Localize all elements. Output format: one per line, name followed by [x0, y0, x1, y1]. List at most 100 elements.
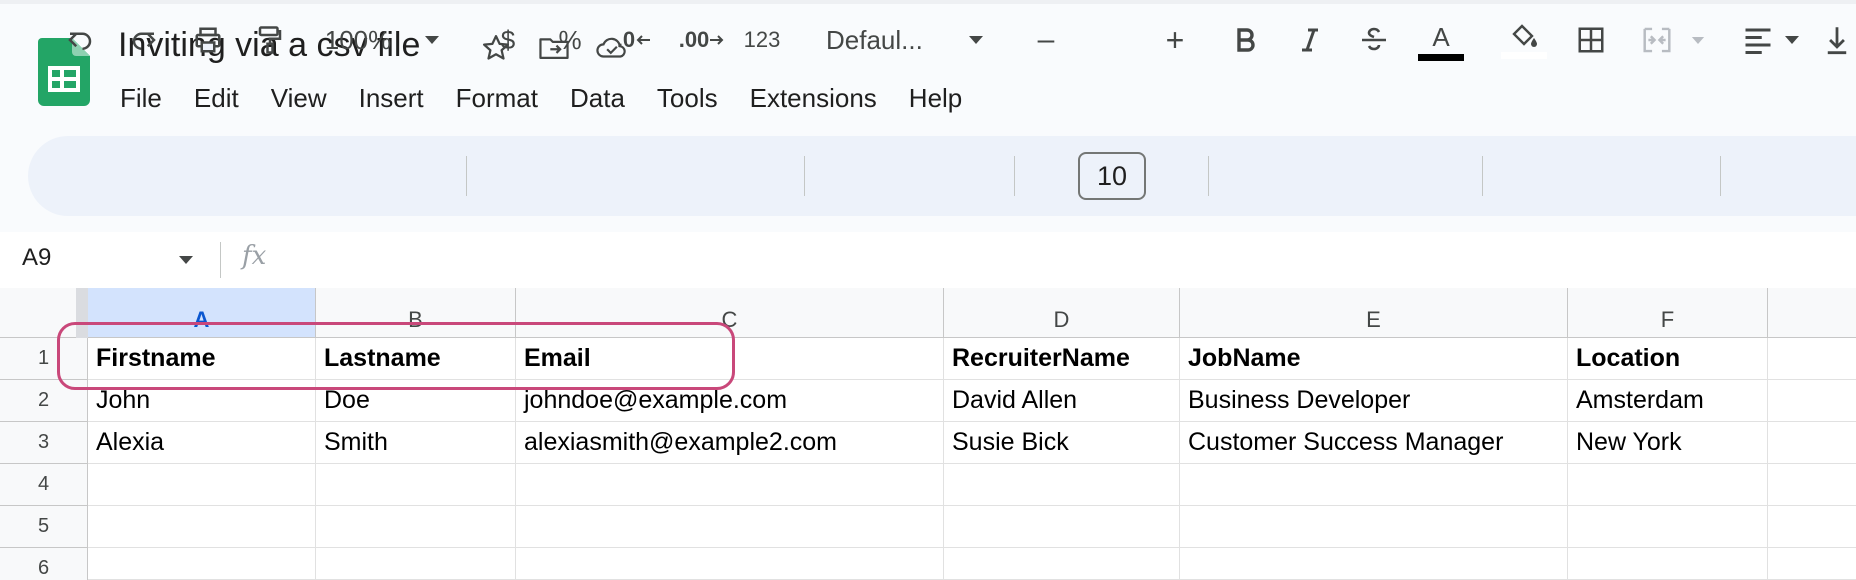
column-header-d[interactable]: D: [944, 288, 1180, 338]
cell-e6[interactable]: [1180, 548, 1568, 580]
menu-tools[interactable]: Tools: [641, 78, 734, 118]
column-header-g[interactable]: [1768, 288, 1856, 338]
toolbar-divider: [1720, 156, 1721, 196]
cell-a5[interactable]: [88, 506, 316, 548]
column-header-a[interactable]: A: [88, 288, 316, 338]
fill-color-icon[interactable]: [1500, 0, 1548, 80]
align-dropdown-icon[interactable]: [1780, 0, 1804, 80]
menu-file[interactable]: File: [104, 78, 178, 118]
cell-e2[interactable]: Business Developer: [1180, 380, 1568, 422]
toolbar-divider: [1014, 156, 1015, 196]
cell-f6[interactable]: [1568, 548, 1768, 580]
cell-d1[interactable]: RecruiterName: [944, 338, 1180, 380]
cell-c1[interactable]: Email: [516, 338, 944, 380]
row-header-1[interactable]: 1: [0, 338, 88, 380]
cell-g5[interactable]: [1768, 506, 1856, 548]
menu-bar: File Edit View Insert Format Data Tools …: [104, 78, 978, 118]
cell-d6[interactable]: [944, 548, 1180, 580]
cell-d2[interactable]: David Allen: [944, 380, 1180, 422]
strikethrough-icon[interactable]: [1352, 0, 1396, 80]
name-box[interactable]: A9: [22, 244, 51, 272]
zoom-select[interactable]: 100%: [316, 0, 400, 80]
increase-decimal-button[interactable]: .00: [672, 0, 732, 80]
column-header-f[interactable]: F: [1568, 288, 1768, 338]
font-family-select[interactable]: Defaul...: [826, 0, 942, 80]
decrease-font-size-button[interactable]: –: [1026, 0, 1066, 80]
select-all-corner[interactable]: [0, 288, 88, 338]
cell-g3[interactable]: [1768, 422, 1856, 464]
bold-icon[interactable]: [1224, 0, 1268, 80]
menu-extensions[interactable]: Extensions: [734, 78, 893, 118]
cell-a3[interactable]: Alexia: [88, 422, 316, 464]
cell-d4[interactable]: [944, 464, 1180, 506]
cell-a4[interactable]: [88, 464, 316, 506]
fx-icon: fx: [242, 241, 267, 271]
percent-format-button[interactable]: %: [548, 0, 592, 80]
cell-b4[interactable]: [316, 464, 516, 506]
toolbar-divider: [466, 156, 467, 196]
cell-a2[interactable]: John: [88, 380, 316, 422]
cell-f2[interactable]: Amsterdam: [1568, 380, 1768, 422]
row-header-3[interactable]: 3: [0, 422, 88, 464]
text-color-icon[interactable]: A: [1416, 0, 1466, 80]
horizontal-align-icon[interactable]: [1736, 0, 1780, 80]
vertical-align-icon[interactable]: [1818, 0, 1856, 80]
freeze-handle[interactable]: [76, 288, 88, 338]
menu-insert[interactable]: Insert: [343, 78, 440, 118]
column-header-c[interactable]: C: [516, 288, 944, 338]
increase-font-size-button[interactable]: +: [1154, 0, 1196, 80]
cell-e5[interactable]: [1180, 506, 1568, 548]
cell-f5[interactable]: [1568, 506, 1768, 548]
print-icon[interactable]: [186, 0, 230, 80]
cell-a6[interactable]: [88, 548, 316, 580]
row-header-6[interactable]: 6: [0, 548, 88, 580]
cell-d3[interactable]: Susie Bick: [944, 422, 1180, 464]
name-box-dropdown-icon[interactable]: [178, 252, 194, 270]
column-header-b[interactable]: B: [316, 288, 516, 338]
cell-c3[interactable]: alexiasmith@example2.com: [516, 422, 944, 464]
cell-f3[interactable]: New York: [1568, 422, 1768, 464]
cell-g2[interactable]: [1768, 380, 1856, 422]
row-header-2[interactable]: 2: [0, 380, 88, 422]
cell-b6[interactable]: [316, 548, 516, 580]
menu-help[interactable]: Help: [893, 78, 978, 118]
cell-f1[interactable]: Location: [1568, 338, 1768, 380]
cell-c4[interactable]: [516, 464, 944, 506]
cell-c2[interactable]: johndoe@example.com: [516, 380, 944, 422]
cell-c5[interactable]: [516, 506, 944, 548]
more-formats-button[interactable]: 123: [738, 0, 786, 80]
menu-edit[interactable]: Edit: [178, 78, 255, 118]
cell-g4[interactable]: [1768, 464, 1856, 506]
undo-icon[interactable]: [58, 0, 102, 80]
currency-format-button[interactable]: $: [486, 0, 530, 80]
cell-e4[interactable]: [1180, 464, 1568, 506]
cell-b2[interactable]: Doe: [316, 380, 516, 422]
column-header-e[interactable]: E: [1180, 288, 1568, 338]
cell-e1[interactable]: JobName: [1180, 338, 1568, 380]
zoom-dropdown-icon[interactable]: [418, 0, 446, 80]
cell-g6[interactable]: [1768, 548, 1856, 580]
cell-b5[interactable]: [316, 506, 516, 548]
cell-a1[interactable]: Firstname: [88, 338, 316, 380]
cell-d5[interactable]: [944, 506, 1180, 548]
merge-dropdown-icon[interactable]: [1686, 0, 1710, 80]
row-header-4[interactable]: 4: [0, 464, 88, 506]
decrease-decimal-button[interactable]: .0: [608, 0, 660, 80]
italic-icon[interactable]: [1288, 0, 1332, 80]
menu-data[interactable]: Data: [554, 78, 641, 118]
cell-b1[interactable]: Lastname: [316, 338, 516, 380]
cell-b3[interactable]: Smith: [316, 422, 516, 464]
merge-cells-icon[interactable]: [1634, 0, 1680, 80]
menu-format[interactable]: Format: [440, 78, 554, 118]
redo-icon[interactable]: [122, 0, 166, 80]
menu-view[interactable]: View: [255, 78, 343, 118]
cell-f4[interactable]: [1568, 464, 1768, 506]
row-header-5[interactable]: 5: [0, 506, 88, 548]
cell-c6[interactable]: [516, 548, 944, 580]
paint-format-icon[interactable]: [248, 0, 292, 80]
font-size-input[interactable]: 10: [1078, 152, 1146, 200]
cell-e3[interactable]: Customer Success Manager: [1180, 422, 1568, 464]
cell-g1[interactable]: [1768, 338, 1856, 380]
borders-icon[interactable]: [1568, 0, 1614, 80]
font-dropdown-icon[interactable]: [962, 0, 990, 80]
